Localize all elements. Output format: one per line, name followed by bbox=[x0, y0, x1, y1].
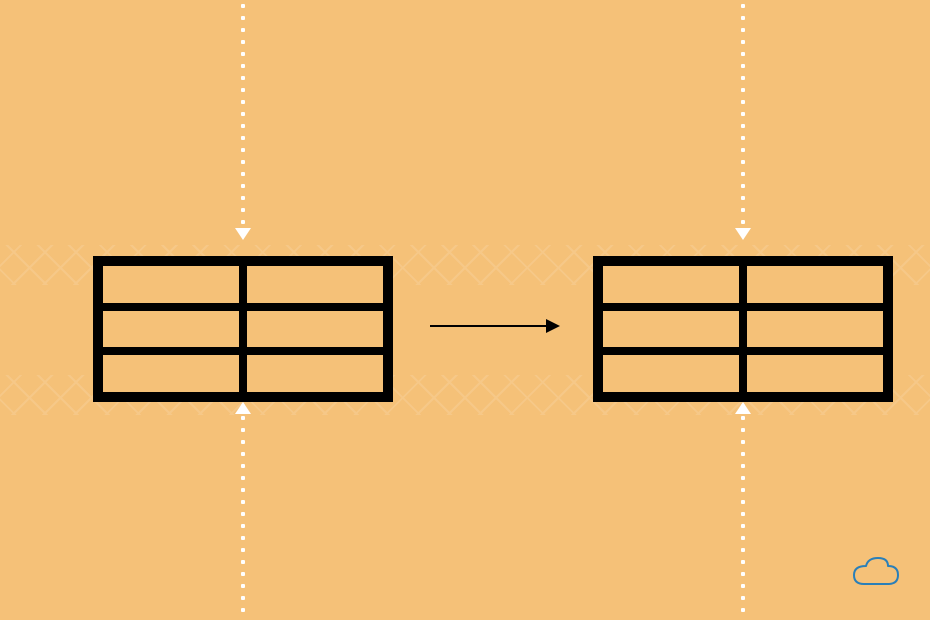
table-cell bbox=[243, 307, 387, 352]
arrowhead-up-icon bbox=[235, 402, 251, 414]
vertical-guide-left-top bbox=[241, 0, 245, 230]
table-cell bbox=[743, 307, 887, 352]
table-cell bbox=[99, 262, 243, 307]
table-cell bbox=[743, 262, 887, 307]
arrowhead-down-icon bbox=[235, 228, 251, 240]
cloud-icon bbox=[846, 554, 900, 590]
vertical-guide-right-bottom bbox=[741, 400, 745, 620]
arrowhead-down-icon bbox=[735, 228, 751, 240]
table-right bbox=[593, 256, 893, 402]
vertical-guide-right-top bbox=[741, 0, 745, 230]
vertical-guide-left-bottom bbox=[241, 400, 245, 620]
table-cell bbox=[599, 351, 743, 396]
table-cell bbox=[99, 307, 243, 352]
arrow-right-icon bbox=[430, 325, 558, 327]
table-left bbox=[93, 256, 393, 402]
table-cell bbox=[99, 351, 243, 396]
table-cell bbox=[599, 262, 743, 307]
table-cell bbox=[743, 351, 887, 396]
table-cell bbox=[243, 351, 387, 396]
table-cell bbox=[599, 307, 743, 352]
arrowhead-up-icon bbox=[735, 402, 751, 414]
table-cell bbox=[243, 262, 387, 307]
